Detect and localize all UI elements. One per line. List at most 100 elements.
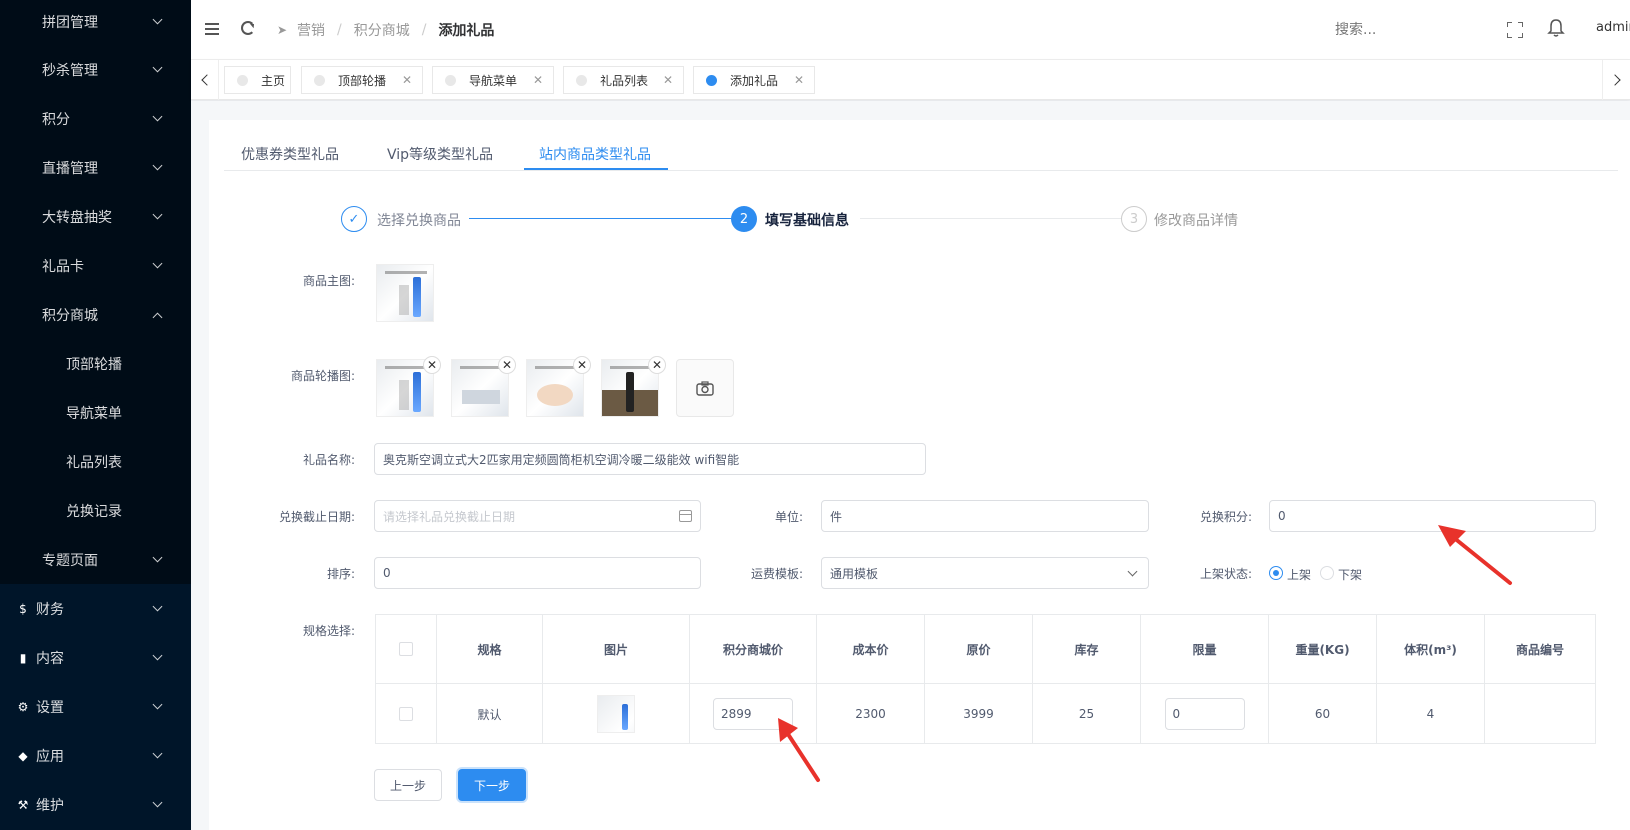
tab-home[interactable]: 主页: [224, 66, 291, 94]
row-select-cell: [376, 684, 437, 744]
main-image-thumbnail[interactable]: [376, 264, 434, 322]
sidebar-item-label: 礼品卡: [42, 258, 84, 275]
sidebar-item-points-mall[interactable]: 积分商城: [0, 290, 191, 339]
shipping-template-select[interactable]: 通用模板: [821, 557, 1149, 589]
tab-label: 主页: [261, 73, 286, 88]
chevron-down-icon: [152, 62, 163, 73]
sidebar-item-lottery[interactable]: 大转盘抽奖: [0, 192, 191, 241]
sidebar-item-label: 财务: [36, 601, 64, 618]
remove-image-icon[interactable]: ✕: [648, 356, 666, 374]
breadcrumb-item[interactable]: 营销: [297, 20, 325, 40]
volume-cell: 4: [1377, 684, 1485, 744]
step-title: 填写基础信息: [765, 213, 849, 229]
sidebar-item-label: 直播管理: [42, 160, 98, 177]
sidebar-item-label: 维护: [36, 797, 64, 814]
sidebar-item-exchange-records[interactable]: 兑换记录: [0, 486, 191, 535]
bell-icon[interactable]: [1547, 18, 1565, 38]
chevron-down-icon: [1127, 566, 1138, 577]
status-dot: [576, 74, 587, 86]
field-label: 兑换截止日期:: [278, 510, 355, 524]
user-name[interactable]: admin: [1596, 20, 1630, 35]
upload-image-button[interactable]: [676, 359, 734, 417]
exchange-points-input[interactable]: 0: [1269, 500, 1596, 532]
chevron-down-icon: [152, 552, 163, 563]
paper-plane-icon: ➤: [277, 23, 288, 37]
select-all-checkbox[interactable]: [399, 642, 413, 656]
limit-input[interactable]: 0: [1164, 698, 1245, 730]
chevron-down-icon: [152, 209, 163, 220]
deadline-placeholder: 请选择礼品兑换截止日期: [383, 509, 516, 524]
calendar-icon: [679, 510, 692, 522]
column-header: 库存: [1033, 615, 1141, 683]
tabs-scroll-right-button[interactable]: [1602, 60, 1630, 100]
radio-label: 上架: [1287, 568, 1312, 582]
status-off-radio[interactable]: [1320, 566, 1334, 580]
close-icon[interactable]: ✕: [533, 73, 543, 87]
field-label: 运费模板:: [750, 567, 803, 581]
chevron-down-icon: [152, 258, 163, 269]
search-input[interactable]: [1335, 20, 1455, 40]
sidebar-item-maintenance[interactable]: ⚒ 维护: [0, 780, 191, 829]
fullscreen-icon[interactable]: [1507, 22, 1523, 38]
sidebar-item-gift-list[interactable]: 礼品列表: [0, 437, 191, 486]
remove-image-icon[interactable]: ✕: [498, 356, 516, 374]
hammer-icon: ⚒: [17, 797, 29, 812]
next-step-button[interactable]: 下一步: [458, 769, 526, 801]
menu-toggle-icon[interactable]: [205, 23, 219, 35]
tab-top-carousel[interactable]: 顶部轮播 ✕: [301, 66, 423, 94]
gift-name-input[interactable]: 奥克斯空调立式大2匹家用定频圆筒柜机空调冷暖二级能效 wifi智能: [374, 443, 926, 475]
prev-step-button[interactable]: 上一步: [374, 769, 442, 801]
sidebar-item-topic-page[interactable]: 专题页面: [0, 535, 191, 584]
sidebar-item-apps[interactable]: ◆ 应用: [0, 731, 191, 780]
tab-label: 礼品列表: [600, 73, 649, 88]
column-header: 商品编号: [1485, 615, 1595, 683]
status-dot: [706, 74, 717, 86]
tab-gift-list[interactable]: 礼品列表 ✕: [563, 66, 684, 94]
tab-coupon-gift[interactable]: 优惠券类型礼品: [241, 144, 339, 164]
image-cell: [543, 684, 690, 744]
column-header: 限量: [1141, 615, 1269, 683]
breadcrumb-current: 添加礼品: [438, 23, 495, 39]
remove-image-icon[interactable]: ✕: [573, 356, 591, 374]
status-dot: [314, 74, 325, 86]
sidebar-item-flash-sale[interactable]: 秒杀管理: [0, 45, 191, 94]
sidebar-item-content[interactable]: ▮ 内容: [0, 633, 191, 682]
step-connector: [860, 218, 1122, 219]
deadline-date-picker[interactable]: 请选择礼品兑换截止日期: [374, 500, 701, 532]
unit-input[interactable]: 件: [821, 500, 1149, 532]
sidebar-item-nav-menu[interactable]: 导航菜单: [0, 388, 191, 437]
chevron-down-icon: [152, 797, 163, 808]
tabs-scroll-left-button[interactable]: [191, 60, 219, 100]
field-label: 商品轮播图:: [290, 369, 355, 383]
sort-input[interactable]: 0: [374, 557, 701, 589]
chevron-down-icon: [152, 14, 163, 25]
close-icon[interactable]: ✕: [794, 73, 804, 87]
sidebar-item-live[interactable]: 直播管理: [0, 143, 191, 192]
close-icon[interactable]: ✕: [402, 73, 412, 87]
column-header: 积分商城价: [690, 615, 817, 683]
tab-nav-menu[interactable]: 导航菜单 ✕: [432, 66, 554, 94]
spec-image-thumbnail[interactable]: [597, 695, 635, 733]
step-connector: [469, 218, 732, 219]
tab-vip-gift[interactable]: Vip等级类型礼品: [387, 144, 493, 164]
sidebar-item-finance[interactable]: $ 财务: [0, 584, 191, 633]
sidebar-item-label: 积分商城: [42, 307, 98, 324]
sidebar-item-top-carousel[interactable]: 顶部轮播: [0, 339, 191, 388]
camera-icon: [696, 380, 714, 396]
sidebar-item-settings[interactable]: ⚙ 设置: [0, 682, 191, 731]
status-on-radio[interactable]: [1269, 566, 1283, 580]
sidebar-item-points[interactable]: 积分: [0, 94, 191, 143]
sidebar-item-label: 设置: [36, 699, 64, 716]
tab-add-gift[interactable]: 添加礼品 ✕: [693, 66, 815, 94]
breadcrumb-item[interactable]: 积分商城: [354, 20, 410, 40]
sidebar-item-group-buy[interactable]: 拼团管理: [0, 0, 191, 46]
close-icon[interactable]: ✕: [663, 73, 673, 87]
row-checkbox[interactable]: [399, 707, 413, 721]
remove-image-icon[interactable]: ✕: [423, 356, 441, 374]
sidebar-item-gift-card[interactable]: 礼品卡: [0, 241, 191, 290]
tab-product-gift[interactable]: 站内商品类型礼品: [539, 144, 651, 164]
chevron-down-icon: [152, 160, 163, 171]
refresh-icon[interactable]: [241, 21, 255, 35]
spec-cell: 默认: [437, 684, 543, 744]
sidebar-item-label: 兑换记录: [66, 503, 122, 520]
